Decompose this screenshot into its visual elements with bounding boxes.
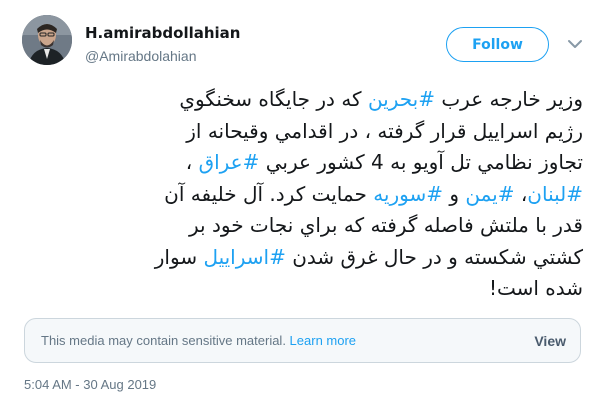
tweet-text-segment: شده است! [488,276,583,300]
tweet-text-segment: و [442,181,466,206]
tweet-text-segment: ، [514,181,528,206]
tweet-text-segment: که در جایگاه سخنگوي [179,87,368,111]
tweet-text-segment: تجاوز نظامي تل آویو به 4 کشور عربي [259,150,583,174]
tweet-timestamp[interactable]: 5:04 AM - 30 Aug 2019 [24,377,156,392]
sensitive-message: This media may contain sensitive materia… [41,333,534,348]
profile-photo-icon [22,15,72,65]
tweet-text-segment: قدر با ملتش فاصله گرفته که براي نجات خود… [189,213,583,237]
tweet-line: تجاوز نظامي تل آویو به 4 کشور عربي #عراق… [23,147,583,179]
tweet-text-segment: رژیم اسراییل قرار گرفته ، در اقدامي وقیح… [186,118,583,143]
hashtag-link[interactable]: #سوریه [373,182,443,206]
follow-button[interactable]: Follow [446,27,549,62]
tweet-text-segment: سوار [154,244,204,269]
tweet-line: وزیر خارجه عرب #بحرين که در جایگاه سخنگو… [23,84,583,116]
learn-more-link[interactable]: Learn more [290,333,356,348]
tweet-text: وزیر خارجه عرب #بحرين که در جایگاه سخنگو… [23,84,583,305]
hashtag-link[interactable]: #یمن [465,182,514,206]
tweet-line: #لبنان، #یمن و #سوریه حمایت کرد. آل خلیف… [23,179,583,211]
tweet-text-segment: ، [185,150,199,174]
hashtag-link[interactable]: #بحرين [368,87,435,111]
sensitive-message-text: This media may contain sensitive materia… [41,333,290,348]
tweet-line: کشتي شکسته و در حال غرق شدن #اسراییل سوا… [23,242,583,274]
avatar[interactable] [22,15,72,65]
tweet-text-segment: کشتي شکسته و در حال غرق شدن [285,244,583,269]
tweet-line: شده است! [23,273,583,305]
tweet-text-segment: حمایت کرد. آل خلیفه آن [164,181,374,206]
chevron-down-icon[interactable] [566,35,584,53]
hashtag-link[interactable]: #اسراییل [203,245,285,269]
tweet-text-segment: وزیر خارجه عرب [435,87,583,111]
hashtag-link[interactable]: #لبنان [527,182,583,206]
tweet-line: رژیم اسراییل قرار گرفته ، در اقدامي وقیح… [23,116,583,148]
user-handle[interactable]: @Amirabdolahian [85,48,197,64]
display-name[interactable]: H.amirabdollahian [85,24,240,42]
tweet-line: قدر با ملتش فاصله گرفته که براي نجات خود… [23,210,583,242]
hashtag-link[interactable]: #عراق [199,150,260,174]
view-button[interactable]: View [534,333,566,349]
sensitive-media-notice: This media may contain sensitive materia… [24,318,581,363]
